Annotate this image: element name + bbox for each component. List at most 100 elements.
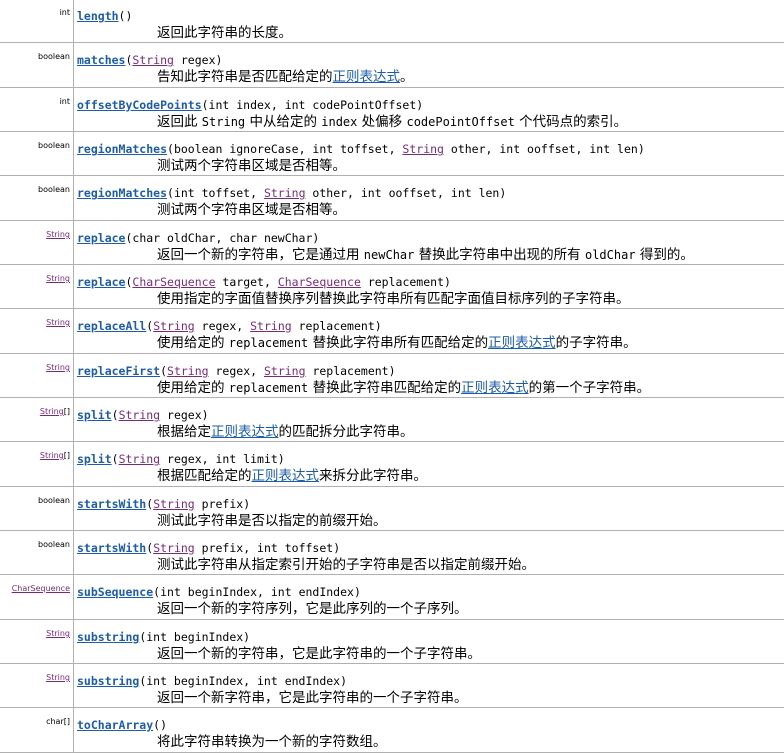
method-row: intlength()返回此字符串的长度。 xyxy=(0,0,784,43)
regex-doc-link[interactable]: 正则表达式 xyxy=(252,468,320,484)
return-type-cell: char[] xyxy=(0,708,74,753)
param-text: replacement) xyxy=(306,364,396,378)
method-row: int offsetByCodePoints(int index, int cod… xyxy=(0,88,784,132)
method-name-link[interactable]: offsetByCodePoints xyxy=(77,98,202,112)
return-type-link[interactable]: String xyxy=(46,673,70,682)
method-row: StringreplaceFirst(String regex, String … xyxy=(0,354,784,398)
return-type-text: boolean xyxy=(38,141,70,150)
method-name-link[interactable]: regionMatches xyxy=(77,186,167,200)
description-text: 中从给定的 xyxy=(245,114,321,130)
method-name-link[interactable]: replace xyxy=(77,231,125,245)
param-type-link[interactable]: String xyxy=(119,452,161,466)
method-summary-body: intlength()返回此字符串的长度。booleanmatches(Stri… xyxy=(0,0,784,753)
param-type-link[interactable]: String xyxy=(264,364,306,378)
return-type-cell: CharSequence xyxy=(0,575,74,620)
param-type-link[interactable]: String xyxy=(132,53,174,67)
method-signature: substring(int beginIndex, int endIndex) xyxy=(77,664,784,689)
method-name-link[interactable]: length xyxy=(77,9,119,23)
return-type: int xyxy=(0,88,70,107)
param-type-link[interactable]: String xyxy=(119,408,161,422)
return-type-link[interactable]: String xyxy=(46,230,70,239)
return-type: String[] xyxy=(0,398,70,417)
regex-doc-link[interactable]: 正则表达式 xyxy=(461,380,529,396)
param-type-link[interactable]: String xyxy=(153,541,195,555)
return-type-link[interactable]: String xyxy=(40,407,64,416)
method-name-link[interactable]: substring xyxy=(77,674,139,688)
method-signature: matches(String regex) xyxy=(77,43,784,68)
param-text: regex, int limit) xyxy=(160,452,285,466)
return-type-cell: int xyxy=(0,0,74,43)
param-text: (int index, int codePointOffset) xyxy=(202,98,424,112)
param-type-link[interactable]: CharSequence xyxy=(132,275,215,289)
param-text: regex, xyxy=(209,364,264,378)
method-description: 测试两个字符串区域是否相等。 xyxy=(77,201,784,219)
return-type-cell: boolean xyxy=(0,132,74,176)
method-row: StringreplaceAll(String regex, String re… xyxy=(0,309,784,354)
method-name-link[interactable]: replace xyxy=(77,275,125,289)
method-description: 使用指定的字面值替换序列替换此字符串所有匹配字面值目标序列的子字符串。 xyxy=(77,290,784,308)
method-detail-cell: regionMatches(boolean ignoreCase, int to… xyxy=(74,132,784,176)
param-text: ( xyxy=(160,364,167,378)
method-name-link[interactable]: matches xyxy=(77,53,125,67)
param-type-link[interactable]: String xyxy=(167,364,209,378)
description-text: 使用给定的 xyxy=(157,380,229,396)
method-row: Stringreplace(CharSequence target, CharS… xyxy=(0,265,784,309)
param-text: ( xyxy=(112,452,119,466)
inline-code: codePointOffset xyxy=(406,115,514,129)
param-text: regex) xyxy=(174,53,222,67)
return-type: int xyxy=(0,0,70,18)
method-name-link[interactable]: regionMatches xyxy=(77,142,167,156)
return-type-text: int xyxy=(60,8,70,17)
return-type-text: boolean xyxy=(38,185,70,194)
return-type-link[interactable]: String xyxy=(46,274,70,283)
return-type-link[interactable]: String xyxy=(46,629,70,638)
return-type: String xyxy=(0,221,70,240)
return-type: String xyxy=(0,664,70,683)
method-description: 使用给定的 replacement 替换此字符串所有匹配给定的正则表达式的子字符… xyxy=(77,334,784,352)
return-type-cell: String xyxy=(0,309,74,354)
return-type-link[interactable]: String xyxy=(46,318,70,327)
return-type-cell: boolean xyxy=(0,487,74,531)
return-type-text: [] xyxy=(64,451,70,460)
param-type-link[interactable]: String xyxy=(402,142,444,156)
method-summary-table: intlength()返回此字符串的长度。booleanmatches(Stri… xyxy=(0,0,784,753)
regex-doc-link[interactable]: 正则表达式 xyxy=(488,335,556,351)
method-row: booleanstartsWith(String prefix, int tof… xyxy=(0,531,784,575)
return-type-link[interactable]: String xyxy=(46,363,70,372)
method-name-link[interactable]: split xyxy=(77,452,112,466)
method-name-link[interactable]: startsWith xyxy=(77,541,146,555)
param-type-link[interactable]: String xyxy=(264,186,306,200)
method-name-link[interactable]: startsWith xyxy=(77,497,146,511)
method-row: booleanmatches(String regex)告知此字符串是否匹配给定… xyxy=(0,43,784,88)
param-type-link[interactable]: String xyxy=(153,497,195,511)
method-detail-cell: replaceFirst(String regex, String replac… xyxy=(74,354,784,398)
method-description: 测试两个字符串区域是否相等。 xyxy=(77,157,784,175)
return-type-cell: boolean xyxy=(0,531,74,575)
return-type-cell: String xyxy=(0,265,74,309)
return-type-link[interactable]: CharSequence xyxy=(12,584,70,593)
method-name-link[interactable]: substring xyxy=(77,630,139,644)
inline-code: replacement xyxy=(229,336,308,350)
method-detail-cell: startsWith(String prefix, int toffset)测试… xyxy=(74,531,784,575)
method-name-link[interactable]: subSequence xyxy=(77,585,153,599)
inline-code: oldChar xyxy=(585,248,636,262)
description-text: 测试此字符串从指定索引开始的子字符串是否以指定前缀开始。 xyxy=(157,557,535,573)
param-type-link[interactable]: String xyxy=(153,319,195,333)
method-signature: split(String regex, int limit) xyxy=(77,442,784,467)
method-description: 根据给定正则表达式的匹配拆分此字符串。 xyxy=(77,423,784,441)
method-row: String substring(int beginIndex, int endI… xyxy=(0,664,784,708)
param-type-link[interactable]: CharSequence xyxy=(278,275,361,289)
method-name-link[interactable]: split xyxy=(77,408,112,422)
method-detail-cell: replaceAll(String regex, String replacem… xyxy=(74,309,784,354)
method-name-link[interactable]: toCharArray xyxy=(77,718,153,732)
param-type-link[interactable]: String xyxy=(250,319,292,333)
regex-doc-link[interactable]: 正则表达式 xyxy=(333,69,401,85)
return-type-link[interactable]: String xyxy=(40,451,64,460)
method-description: 根据匹配给定的正则表达式来拆分此字符串。 xyxy=(77,467,784,485)
method-detail-cell: substring(int beginIndex, int endIndex)返… xyxy=(74,664,784,708)
method-name-link[interactable]: replaceFirst xyxy=(77,364,160,378)
description-text: 的匹配拆分此字符串。 xyxy=(279,424,414,440)
regex-doc-link[interactable]: 正则表达式 xyxy=(211,424,279,440)
method-name-link[interactable]: replaceAll xyxy=(77,319,146,333)
method-detail-cell: split(String regex)根据给定正则表达式的匹配拆分此字符串。 xyxy=(74,398,784,442)
